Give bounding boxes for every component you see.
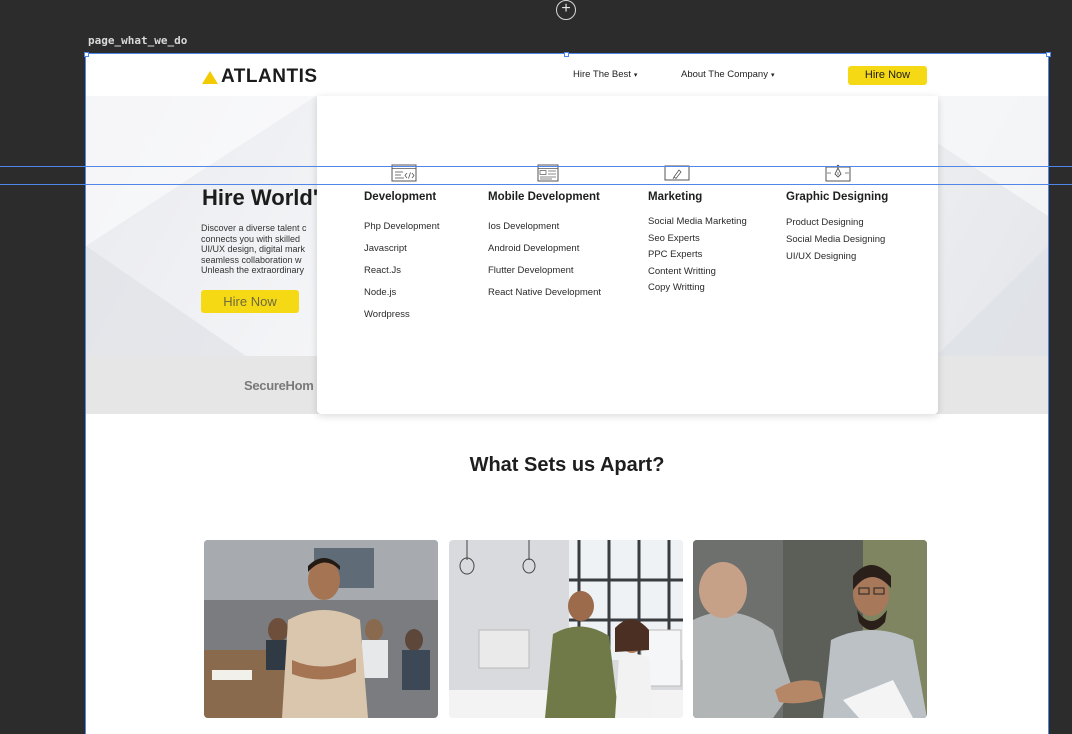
menu-item[interactable]: Content Writting (648, 264, 747, 281)
frame-label[interactable]: page_what_we_do (88, 34, 187, 47)
menu-item[interactable]: Wordpress (364, 304, 440, 326)
nav-about-the-company[interactable]: About The Company ▾ (681, 69, 774, 80)
hero-description: Discover a diverse talent c connects you… (201, 223, 331, 276)
nav-hire-the-best[interactable]: Hire The Best ▾ (573, 69, 637, 80)
handshake-photo (693, 540, 927, 718)
menu-item[interactable]: PPC Experts (648, 247, 747, 264)
menu-category-title[interactable]: Mobile Development (488, 191, 600, 203)
hero-description-line: UI/UX design, digital mark (201, 244, 306, 255)
resize-handle-top-center[interactable] (564, 52, 569, 57)
hero-description-line: Discover a diverse talent c (201, 223, 307, 233)
logo-triangle-icon (202, 70, 218, 84)
menu-item[interactable]: Copy Writting (648, 280, 747, 297)
partner-logo: SecureHom (244, 378, 314, 393)
brand-logo[interactable]: ATLANTIS (202, 66, 318, 88)
menu-category-title[interactable]: Development (364, 191, 436, 203)
logo-text: ATLANTIS (221, 66, 318, 87)
menu-category-title[interactable]: Graphic Designing (786, 191, 888, 203)
hero-description-line: seamless collaboration w (201, 254, 302, 265)
hero-description-line: Unleash the extraordinary (201, 265, 305, 276)
resize-handle-top-left[interactable] (84, 52, 89, 57)
horizontal-guide[interactable] (0, 184, 1072, 185)
hire-the-best-dropdown: Development Php Development Javascript R… (317, 96, 938, 414)
menu-item[interactable]: UI/UX Designing (786, 248, 885, 265)
caret-down-icon: ▾ (770, 72, 775, 79)
menu-item-list: Social Media Marketing Seo Experts PPC E… (648, 214, 747, 297)
menu-item[interactable]: React Native Development (488, 282, 601, 304)
site-header: ATLANTIS Hire The Best ▾ About The Compan… (86, 54, 1048, 96)
features-section-title: What Sets us Apart? (469, 454, 665, 476)
menu-item[interactable]: Ios Development (488, 216, 601, 238)
menu-item-list: Ios Development Android Development Flut… (488, 216, 601, 304)
resize-handle-top-right[interactable] (1046, 52, 1051, 57)
menu-item[interactable]: Seo Experts (648, 231, 747, 248)
hire-now-nav-button[interactable]: Hire Now (848, 66, 927, 85)
menu-item[interactable]: Android Development (488, 238, 601, 260)
menu-item[interactable]: Node.js (364, 282, 440, 304)
menu-item[interactable]: React.Js (364, 260, 440, 282)
menu-item[interactable]: Social Media Designing (786, 231, 885, 248)
menu-item[interactable]: Flutter Development (488, 260, 601, 282)
menu-item-list: Product Designing Social Media Designing… (786, 214, 885, 265)
hero-title: Hire World' (202, 185, 319, 210)
menu-item-list: Php Development Javascript React.Js Node… (364, 216, 440, 326)
menu-item[interactable]: Product Designing (786, 214, 885, 231)
coworkers-at-desk-photo (449, 540, 683, 718)
menu-item[interactable]: Javascript (364, 238, 440, 260)
add-frame-button[interactable]: + (556, 0, 576, 20)
menu-item[interactable]: Php Development (364, 216, 440, 238)
horizontal-guide[interactable] (0, 166, 1072, 167)
caret-down-icon: ▾ (633, 72, 638, 79)
hire-now-hero-button[interactable]: Hire Now (201, 290, 299, 313)
artboard[interactable]: ATLANTIS Hire The Best ▾ About The Compan… (85, 53, 1049, 734)
menu-category-title[interactable]: Marketing (648, 191, 702, 203)
menu-item[interactable]: Social Media Marketing (648, 214, 747, 231)
nav-label: About The Company (681, 69, 768, 80)
office-team-photo (204, 540, 438, 718)
nav-label: Hire The Best (573, 69, 631, 80)
hero-description-line: connects you with skilled (201, 233, 301, 244)
